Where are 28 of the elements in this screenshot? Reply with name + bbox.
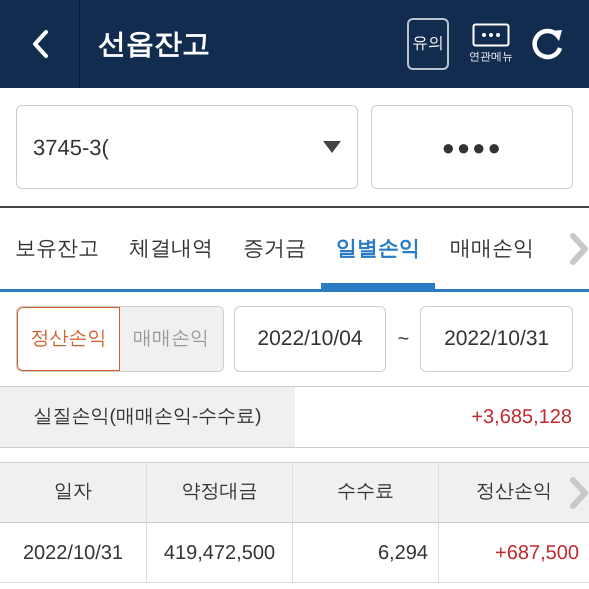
table-cell: 6,294 <box>292 523 438 582</box>
account-select[interactable]: 3745-3( <box>16 105 358 189</box>
tab[interactable]: 일별손익 <box>321 208 435 289</box>
table-cell: 419,472,500 <box>146 523 292 582</box>
column-header: 수수료 <box>292 463 438 522</box>
end-date-field[interactable]: 2022/10/31 <box>420 306 573 372</box>
tab[interactable]: 보유잔고 <box>0 208 114 289</box>
password-field[interactable]: ●●●● <box>371 105 573 189</box>
table-cell-text: 2022/10/31 <box>22 540 124 566</box>
table-cell: +687,500 <box>438 523 589 582</box>
refresh-icon <box>530 26 564 62</box>
page-title: 선옵잔고 <box>98 27 211 61</box>
more-icon <box>472 22 510 47</box>
summary-label: 실질손익(매매손익-수수료) <box>0 387 295 447</box>
column-header: 약정대금 <box>146 463 292 522</box>
column-header: 정산손익 <box>438 463 589 522</box>
dropdown-caret-icon <box>323 141 342 153</box>
range-separator: ~ <box>396 327 410 352</box>
column-header: 일자 <box>53 480 93 504</box>
tab[interactable]: 매매손익 <box>435 208 549 289</box>
back-icon <box>30 29 48 59</box>
notice-button[interactable]: 유의 <box>407 18 449 70</box>
tab[interactable]: 증거금 <box>228 208 321 289</box>
mode-toggle[interactable]: 정산손익 <box>17 307 120 371</box>
tab[interactable]: 체결내역 <box>114 208 228 289</box>
related-menu-button[interactable]: 연관메뉴 <box>469 22 513 66</box>
start-date-field[interactable]: 2022/10/04 <box>234 306 386 372</box>
summary-value: +3,685,128 <box>470 405 573 430</box>
